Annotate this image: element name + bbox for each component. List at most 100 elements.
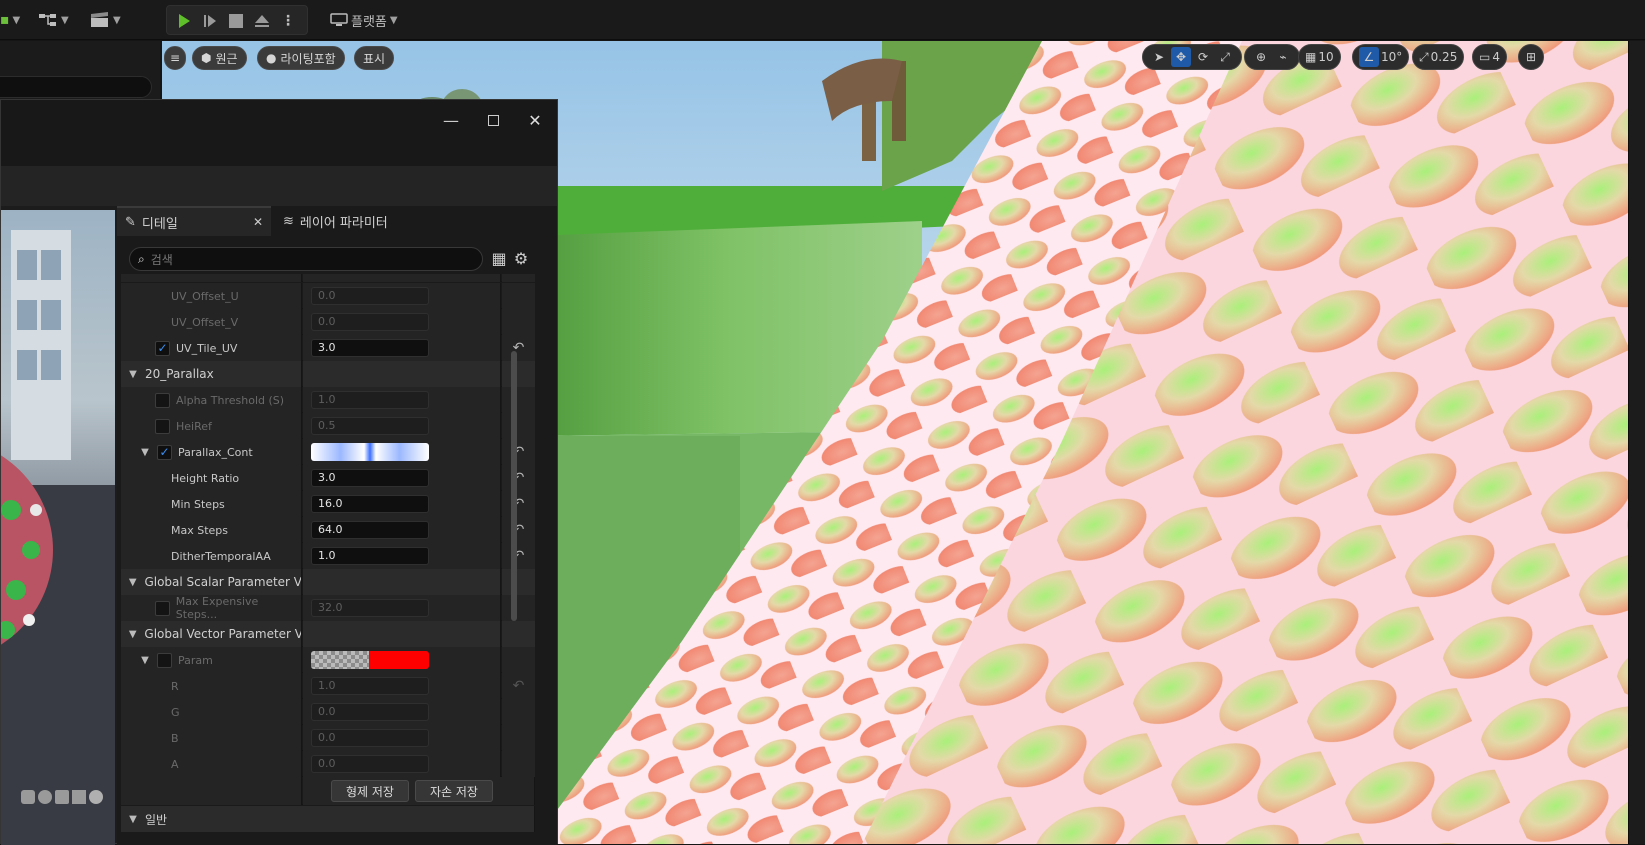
category-row[interactable]: ▼ 20_Parallax (121, 361, 535, 387)
camera-speed-button[interactable]: ▭ 4 (1472, 44, 1507, 70)
property-value-field[interactable]: 64.0 (311, 521, 429, 539)
close-tab-icon[interactable]: ✕ (253, 215, 263, 229)
property-list: UV_Offset_U 0.0 UV_Offset_V 0.0 ✓ UV_Til… (117, 274, 535, 844)
right-side-panel (1628, 41, 1645, 844)
category-row[interactable]: ▼ 일반 (121, 806, 535, 832)
blueprint-button[interactable]: ▼ (38, 8, 69, 32)
reset-to-default-button[interactable]: ↶ (502, 543, 535, 569)
advance-frame-button[interactable] (199, 10, 221, 32)
view-mode-button[interactable]: ● 라이팅포함 (257, 46, 345, 70)
chevron-down-icon: ▼ (12, 14, 21, 26)
expand-arrow-icon: ▼ (129, 813, 137, 825)
angle-icon: ∠ (1359, 47, 1379, 67)
gear-icon: ⚙ (513, 248, 529, 268)
rotate-tool-button[interactable]: ⟳ (1193, 47, 1213, 67)
property-value-field[interactable]: 32.0 (311, 599, 429, 617)
override-checkbox[interactable] (155, 418, 170, 434)
platform-button[interactable]: 플랫폼 ▼ (330, 8, 398, 32)
reset-to-default-button[interactable]: ↶ (502, 465, 535, 491)
viewport-layout-button[interactable]: ⊞ (1518, 44, 1544, 70)
property-value-field[interactable]: 0.0 (311, 703, 429, 721)
curve-atlas-preview[interactable] (311, 443, 429, 461)
perspective-button[interactable]: ⬢ 원근 (192, 46, 247, 70)
details-search-input[interactable]: ⌕ 검색 (129, 247, 483, 271)
table-view-button[interactable]: ▦ (489, 248, 509, 268)
expand-arrow-icon[interactable]: ▼ (139, 447, 151, 458)
save-sibling-button[interactable]: 형제 저장 (331, 780, 409, 802)
override-checkbox[interactable] (155, 600, 170, 616)
tab-details[interactable]: ✎ 디테일 ✕ (117, 206, 271, 236)
override-checkbox[interactable] (157, 652, 172, 668)
mesh-preview-button[interactable] (89, 790, 103, 804)
surface-snap-button[interactable]: ⌁ (1273, 47, 1293, 67)
property-value-field[interactable]: 0.0 (311, 729, 429, 747)
property-value-field[interactable]: 1.0 (311, 547, 429, 565)
add-icon: ▪ (0, 12, 10, 28)
property-value-field[interactable]: 3.0 (311, 339, 429, 357)
reset-to-default-button[interactable]: ↶ (502, 491, 535, 517)
play-button[interactable] (173, 10, 195, 32)
plane-preview-button[interactable] (55, 790, 69, 804)
platform-label: 플랫폼 (351, 14, 387, 30)
category-label: 20_Parallax (145, 367, 214, 381)
close-window-button[interactable]: ✕ (525, 110, 545, 130)
cube-preview-button[interactable] (72, 790, 86, 804)
color-swatch[interactable] (369, 651, 429, 669)
override-checkbox[interactable]: ✓ (155, 340, 170, 356)
maximize-button[interactable] (483, 110, 503, 130)
select-tool-button[interactable]: ➤ (1149, 47, 1169, 67)
property-value-field[interactable]: 3.0 (311, 469, 429, 487)
property-row: Alpha Threshold (S) 1.0 (121, 387, 535, 413)
settings-button[interactable]: ⚙ (511, 248, 531, 268)
property-value-field[interactable]: 16.0 (311, 495, 429, 513)
more-vertical-icon: ⋮ (281, 13, 295, 29)
property-label: Parallax_Cont (178, 445, 253, 459)
add-content-button[interactable]: ▪ ▼ (0, 8, 20, 32)
material-preview-viewport[interactable] (1, 210, 115, 845)
override-checkbox[interactable]: ✓ (157, 444, 172, 460)
category-row[interactable]: ▼ Global Scalar Parameter Va (121, 569, 535, 595)
category-label: Global Vector Parameter Va (144, 627, 301, 641)
stop-button[interactable] (225, 10, 247, 32)
property-label: HeiRef (176, 419, 212, 433)
move-tool-button[interactable]: ✥ (1171, 47, 1191, 67)
expand-arrow-icon[interactable]: ▼ (139, 655, 151, 666)
property-value-field[interactable]: 0.0 (311, 755, 429, 773)
viewport-options-button[interactable]: ≡ (164, 46, 186, 70)
property-value-field[interactable]: 0.5 (311, 417, 429, 435)
save-child-button[interactable]: 자손 저장 (415, 780, 493, 802)
tab-layer-parameters[interactable]: ≋ 레이어 파라미터 (275, 206, 396, 236)
property-row: A 0.0 (121, 751, 535, 777)
eject-button[interactable] (251, 10, 273, 32)
world-coords-button[interactable]: ⊕ (1251, 47, 1271, 67)
minimize-button[interactable]: — (441, 110, 461, 130)
rotation-snap-toggle[interactable]: ∠ 10° (1352, 44, 1410, 70)
window-titlebar: — ✕ (1, 100, 557, 166)
property-label: Max Expensive Steps... (175, 595, 259, 621)
details-scrollbar[interactable] (511, 351, 517, 621)
override-checkbox[interactable] (155, 392, 170, 408)
property-value-field[interactable]: 1.0 (311, 677, 429, 695)
cylinder-preview-button[interactable] (21, 790, 35, 804)
reset-to-default-button[interactable]: ↶ (502, 439, 535, 465)
property-row: Min Steps 16.0 ↶ (121, 491, 535, 517)
play-options-button[interactable]: ⋮ (277, 10, 299, 32)
rotate-icon: ⟳ (1197, 50, 1209, 64)
color-alpha-swatch[interactable] (311, 651, 369, 669)
scale-tool-button[interactable]: ⤢ (1215, 47, 1235, 67)
property-value-field[interactable]: 1.0 (311, 391, 429, 409)
property-label: G (171, 705, 180, 719)
scale-snap-toggle[interactable]: ⤢ 0.25 (1412, 44, 1465, 70)
lit-sphere-icon: ● (266, 51, 277, 65)
cinematics-button[interactable]: ▼ (90, 8, 121, 32)
outliner-search-input[interactable] (0, 76, 152, 98)
reset-to-default-button[interactable]: ↶ (502, 335, 535, 361)
sphere-preview-button[interactable] (38, 790, 52, 804)
grid-icon: ▦ (1305, 50, 1317, 64)
show-button[interactable]: 표시 (354, 46, 395, 70)
property-value-field[interactable]: 0.0 (311, 287, 429, 305)
reset-to-default-button[interactable]: ↶ (502, 517, 535, 543)
category-row[interactable]: ▼ Global Vector Parameter Va (121, 621, 535, 647)
grid-snap-toggle[interactable]: ▦ 10 (1298, 44, 1341, 70)
property-value-field[interactable]: 0.0 (311, 313, 429, 331)
